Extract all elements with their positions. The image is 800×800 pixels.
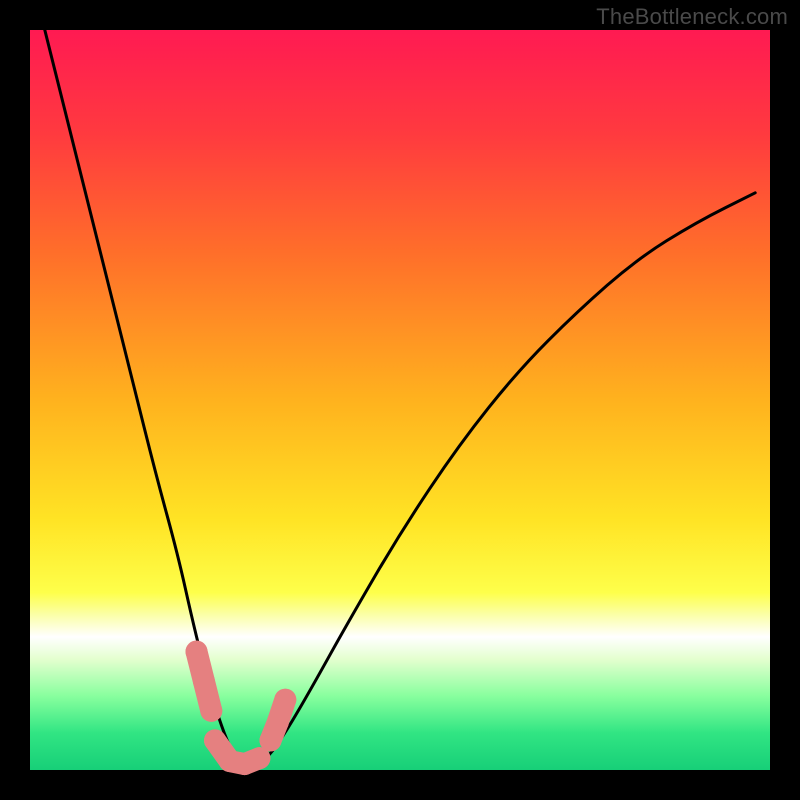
highlight-dot bbox=[186, 641, 208, 663]
highlight-dot bbox=[193, 670, 215, 692]
plot-area bbox=[30, 30, 770, 770]
bottleneck-curve bbox=[45, 30, 755, 765]
highlight-dot bbox=[267, 711, 289, 733]
watermark-text: TheBottleneck.com bbox=[596, 4, 788, 30]
highlight-markers bbox=[186, 641, 297, 775]
chart-frame: TheBottleneck.com bbox=[0, 0, 800, 800]
highlight-dot bbox=[200, 700, 222, 722]
curve-layer bbox=[30, 30, 770, 770]
highlight-dot bbox=[204, 729, 226, 751]
highlight-dot bbox=[274, 689, 296, 711]
